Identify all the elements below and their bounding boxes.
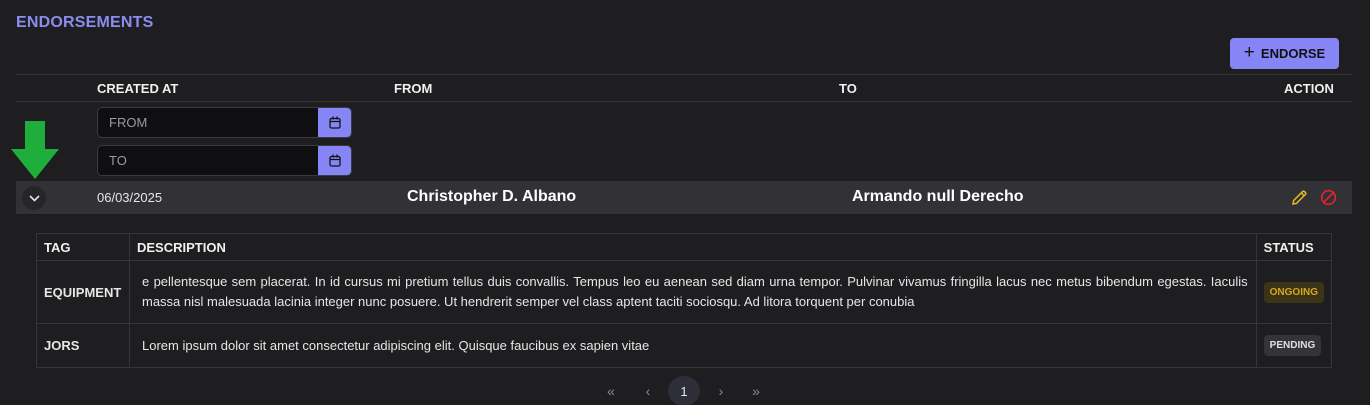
plus-icon: +	[1243, 42, 1255, 63]
status-badge: PENDING	[1263, 335, 1322, 356]
endorse-button-label: ENDORSE	[1260, 46, 1326, 61]
column-header-to[interactable]: TO	[839, 81, 857, 96]
date-from-filter[interactable]: FROM	[97, 107, 352, 138]
endorsements-page: ENDORSEMENTS + ENDORSE CREATED AT FROM T…	[0, 0, 1370, 405]
pencil-icon[interactable]	[1290, 189, 1308, 212]
detail-header-status: STATUS	[1255, 233, 1333, 261]
detail-header-tag: TAG	[36, 233, 130, 261]
endorse-button[interactable]: + ENDORSE	[1230, 38, 1339, 69]
arrow-down-icon	[11, 121, 59, 184]
status-cell: PENDING	[1255, 323, 1333, 368]
table-row: JORS Lorem ipsum dolor sit amet consecte…	[36, 323, 1333, 368]
status-badge: ONGOING	[1263, 281, 1324, 303]
row-to: Armando null Derecho	[852, 188, 1024, 205]
expand-toggle[interactable]	[22, 186, 46, 210]
status-cell: ONGOING	[1255, 260, 1333, 324]
date-to-input[interactable]: TO	[98, 146, 318, 175]
calendar-icon[interactable]	[318, 146, 351, 175]
divider	[16, 101, 1352, 102]
page-button-current[interactable]: 1	[668, 376, 700, 405]
description-cell: e pellentesque sem placerat. In id cursu…	[129, 260, 1257, 324]
column-header-action: ACTION	[1284, 81, 1334, 96]
table-row: EQUIPMENT e pellentesque sem placerat. I…	[36, 260, 1333, 324]
last-page-button[interactable]: »	[740, 376, 772, 405]
column-header-from[interactable]: FROM	[394, 81, 432, 96]
endorsement-details-table: TAG DESCRIPTION STATUS EQUIPMENT e pelle…	[36, 233, 1333, 368]
row-from: Christopher D. Albano	[407, 188, 577, 205]
first-page-button[interactable]: «	[595, 376, 627, 405]
description-cell: Lorem ipsum dolor sit amet consectetur a…	[129, 323, 1257, 368]
date-from-input[interactable]: FROM	[98, 108, 318, 137]
tag-cell: EQUIPMENT	[36, 260, 130, 324]
divider	[16, 74, 1352, 75]
tag-cell: JORS	[36, 323, 130, 368]
date-to-filter[interactable]: TO	[97, 145, 352, 176]
chevron-down-icon	[28, 194, 40, 202]
detail-header-description: DESCRIPTION	[129, 233, 1257, 261]
prev-page-button[interactable]: ‹	[632, 376, 664, 405]
page-title: ENDORSEMENTS	[16, 14, 154, 31]
delete-icon[interactable]	[1320, 189, 1337, 211]
next-page-button[interactable]: ›	[705, 376, 737, 405]
column-header-created-at[interactable]: CREATED AT	[97, 81, 178, 96]
row-created-at: 06/03/2025	[97, 190, 163, 205]
table-row[interactable]	[16, 181, 1352, 214]
calendar-icon[interactable]	[318, 108, 351, 137]
